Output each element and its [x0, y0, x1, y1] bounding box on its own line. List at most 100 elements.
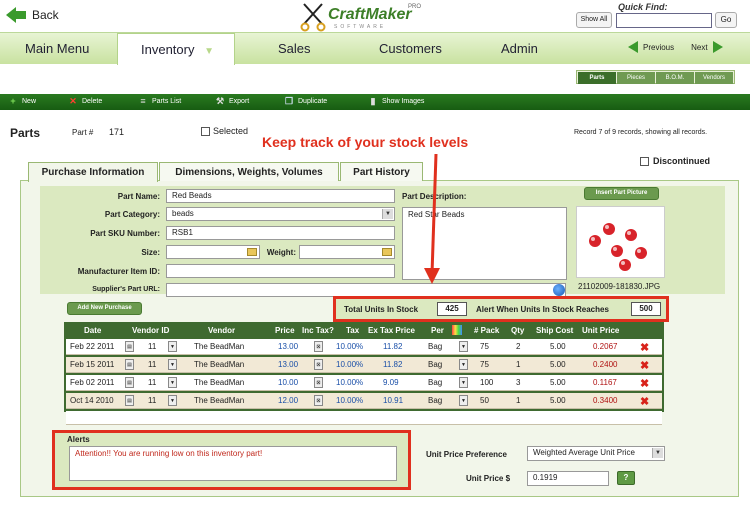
col-pack[interactable]: # Pack [474, 326, 499, 335]
cell-vendor[interactable]: The BeadMan [194, 360, 244, 369]
cell-price[interactable]: 13.00 [278, 342, 298, 351]
alert-threshold-value[interactable]: 500 [631, 302, 661, 316]
per-dropdown-icon[interactable]: ▼ [459, 395, 468, 406]
delete-row-icon[interactable]: ✖ [640, 359, 649, 372]
cell-tax[interactable]: 10.00% [336, 342, 363, 351]
total-units-value[interactable]: 425 [437, 302, 467, 316]
cell-tax[interactable]: 10.00% [336, 396, 363, 405]
cell-qty[interactable]: 1 [516, 360, 520, 369]
cell-price[interactable]: 10.00 [278, 378, 298, 387]
unit-price-input[interactable]: 0.1919 [527, 471, 609, 486]
unit-price-preference-select[interactable]: Weighted Average Unit Price ▼ [527, 446, 665, 461]
show-images-button[interactable]: ▮ Show Images [368, 96, 425, 106]
duplicate-button[interactable]: ❐ Duplicate [284, 96, 327, 106]
cell-date[interactable]: Oct 14 2010 [70, 396, 114, 405]
cell-pack[interactable]: 75 [480, 360, 489, 369]
cell-unit-price[interactable]: 0.2067 [593, 342, 617, 351]
per-dropdown-icon[interactable]: ▼ [459, 341, 468, 352]
col-tax[interactable]: Tax [346, 326, 359, 335]
cell-date[interactable]: Feb 15 2011 [70, 360, 114, 369]
cell-vendor-id[interactable]: 11 [148, 342, 156, 351]
col-vendor[interactable]: Vendor [208, 326, 235, 335]
previous-arrow-icon[interactable] [628, 41, 638, 53]
cell-tax[interactable]: 10.00% [336, 378, 363, 387]
cell-price[interactable]: 13.00 [278, 360, 298, 369]
cell-vendor-id[interactable]: 11 [148, 360, 156, 369]
quick-find-input[interactable] [616, 13, 712, 28]
col-qty[interactable]: Qty [511, 326, 524, 335]
selected-checkbox-box[interactable] [201, 126, 210, 136]
delete-row-icon[interactable]: ✖ [640, 377, 649, 390]
discontinued-checkbox-box[interactable] [640, 156, 649, 166]
cell-ship-cost[interactable]: 5.00 [550, 360, 566, 369]
table-row[interactable]: Feb 15 2011 11 The BeadMan 13.00 10.00% 11.82… [66, 357, 662, 373]
delete-button[interactable]: ✕ Delete [68, 96, 102, 106]
inc-tax-checkbox[interactable]: ⊠ [314, 359, 323, 370]
vendor-dropdown-icon[interactable]: ▼ [168, 359, 177, 370]
cell-ex-tax-price[interactable]: 11.82 [383, 342, 402, 351]
delete-row-icon[interactable]: ✖ [640, 395, 649, 408]
cell-pack[interactable]: 100 [480, 378, 493, 387]
per-dropdown-icon[interactable]: ▼ [459, 359, 468, 370]
col-per[interactable]: Per [431, 326, 444, 335]
cell-ship-cost[interactable]: 5.00 [550, 378, 566, 387]
tab-admin[interactable]: Admin [501, 33, 538, 64]
add-new-purchase-button[interactable]: Add New Purchase [67, 302, 142, 315]
cell-ex-tax-price[interactable]: 11.82 [383, 360, 402, 369]
discontinued-checkbox[interactable]: Discontinued [640, 156, 710, 166]
cell-vendor-id[interactable]: 11 [148, 378, 156, 387]
subtab-parts[interactable]: Parts [578, 72, 616, 84]
selected-checkbox[interactable]: Selected [201, 126, 248, 136]
cell-ex-tax-price[interactable]: 10.91 [383, 396, 403, 405]
calendar-icon[interactable]: ▤ [125, 359, 134, 370]
table-row-empty[interactable] [66, 411, 662, 425]
alerts-message[interactable]: Attention!! You are running low on this … [69, 446, 397, 481]
cell-per[interactable]: Bag [428, 396, 442, 405]
cell-per[interactable]: Bag [428, 378, 442, 387]
cell-per[interactable]: Bag [428, 360, 442, 369]
calendar-icon[interactable]: ▤ [125, 377, 134, 388]
cell-qty[interactable]: 3 [516, 378, 520, 387]
cell-unit-price[interactable]: 0.1167 [593, 378, 617, 387]
insert-picture-button[interactable]: Insert Part Picture [584, 187, 659, 200]
col-date[interactable]: Date [84, 326, 101, 335]
inc-tax-checkbox[interactable]: ⊠ [314, 341, 323, 352]
cell-ship-cost[interactable]: 5.00 [550, 396, 566, 405]
chevron-down-icon[interactable]: ▼ [652, 448, 663, 458]
inc-tax-checkbox[interactable]: ⊠ [314, 395, 323, 406]
vendor-dropdown-icon[interactable]: ▼ [168, 395, 177, 406]
show-all-button[interactable]: Show All [576, 12, 612, 28]
cell-vendor[interactable]: The BeadMan [194, 378, 244, 387]
subtab-vendors[interactable]: Vendors [695, 72, 733, 84]
cell-vendor[interactable]: The BeadMan [194, 342, 244, 351]
cell-tax[interactable]: 10.00% [336, 360, 363, 369]
cell-pack[interactable]: 75 [480, 342, 489, 351]
export-button[interactable]: ⚒ Export [215, 96, 249, 106]
help-button[interactable]: ? [617, 471, 635, 485]
next-arrow-icon[interactable] [712, 41, 723, 53]
cell-ex-tax-price[interactable]: 9.09 [383, 378, 399, 387]
subtab-bom[interactable]: B.O.M. [656, 72, 694, 84]
calendar-icon[interactable]: ▤ [125, 341, 134, 352]
col-price[interactable]: Price [275, 326, 295, 335]
size-input[interactable] [166, 245, 260, 259]
cell-qty[interactable]: 2 [516, 342, 520, 351]
vendor-dropdown-icon[interactable]: ▼ [168, 377, 177, 388]
delete-row-icon[interactable]: ✖ [640, 341, 649, 354]
calendar-icon[interactable]: ▤ [125, 395, 134, 406]
cell-ship-cost[interactable]: 5.00 [550, 342, 566, 351]
per-dropdown-icon[interactable]: ▼ [459, 377, 468, 388]
col-ex-tax-price[interactable]: Ex Tax Price [368, 326, 415, 335]
new-button[interactable]: + New [8, 96, 36, 106]
next-button[interactable]: Next [691, 43, 707, 52]
col-inc-tax[interactable]: Inc Tax? [302, 326, 334, 335]
cell-price[interactable]: 12.00 [278, 396, 298, 405]
edit-pencil-icon[interactable] [247, 248, 257, 256]
cell-vendor-id[interactable]: 11 [148, 396, 156, 405]
table-row[interactable]: Oct 14 2010 11 The BeadMan 12.00 10.00% 10.91… [66, 393, 662, 409]
col-vendor-id[interactable]: Vendor ID [132, 326, 169, 335]
tab-sales[interactable]: Sales [278, 33, 311, 64]
globe-icon[interactable] [553, 284, 565, 296]
tab-purchase-information[interactable]: Purchase Information [28, 162, 158, 182]
previous-button[interactable]: Previous [643, 43, 674, 52]
